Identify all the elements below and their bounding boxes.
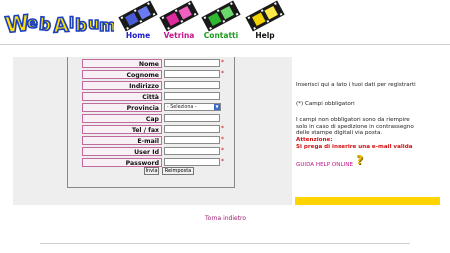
registration-form: Nome * Cognome * Indirizzo Città Provinc… <box>67 57 235 188</box>
nav-help-label: Help <box>255 31 275 40</box>
intro-text: Inserisci qui a lato i tuoi dati per reg… <box>296 82 416 88</box>
nav-home-label: Home <box>125 31 151 40</box>
back-link[interactable]: Torna indietro <box>205 215 246 222</box>
form-row-user-id: User Id * <box>68 146 234 157</box>
nav-contatti-label: Contatti <box>203 31 239 40</box>
provincia-selected-value: - Seleziona - <box>167 105 197 110</box>
chevron-down-icon[interactable]: ▼ <box>214 104 220 110</box>
reset-button[interactable]: Reimposta <box>162 167 194 175</box>
decorative-yellow-bar <box>295 197 440 205</box>
nav-home[interactable]: Home <box>118 0 158 42</box>
form-row-cognome: Cognome * <box>68 69 234 80</box>
header-divider <box>0 44 450 45</box>
field-label: Cognome <box>82 70 162 79</box>
svg-text:l: l <box>69 14 74 32</box>
film-strip-icon <box>118 0 158 32</box>
svg-text:e: e <box>27 13 38 32</box>
field-label: Città <box>82 92 162 101</box>
nav-help[interactable]: Help <box>244 0 286 42</box>
required-marker: * <box>221 147 224 154</box>
cap-input[interactable] <box>164 114 220 122</box>
film-strip-icon <box>159 0 199 32</box>
indirizzo-input[interactable] <box>164 81 220 89</box>
registration-panel: Nome * Cognome * Indirizzo Città Provinc… <box>13 57 292 205</box>
form-row-citta: Città <box>68 91 234 102</box>
help-online-label: GUIDA HELP ONLINE <box>296 162 353 169</box>
field-label: Cap <box>82 114 162 123</box>
nav-contatti[interactable]: Contatti <box>200 0 242 42</box>
email-input[interactable] <box>164 136 220 144</box>
provincia-select[interactable]: - Seleziona - ▼ <box>164 103 221 111</box>
header: W e b A l b u m Home Vetrina Contatti He… <box>0 0 450 44</box>
form-row-nome: Nome * <box>68 58 234 69</box>
tel-fax-input[interactable] <box>164 125 220 133</box>
nav-vetrina-label: Vetrina <box>163 31 195 40</box>
field-label: Provincia <box>82 103 162 112</box>
warning-text: Si prega di inserire una e-mail valida <box>296 143 413 150</box>
webalbum-logo[interactable]: W e b A l b u m <box>3 4 114 40</box>
password-input[interactable] <box>164 158 220 166</box>
required-marker: * <box>221 125 224 132</box>
field-label: Tel / fax <box>82 125 162 134</box>
required-marker: * <box>221 59 224 66</box>
form-row-indirizzo: Indirizzo <box>68 80 234 91</box>
svg-text:m: m <box>99 16 114 35</box>
optional-fields-note: I campi non obbligatori sono da riempire… <box>296 117 414 137</box>
form-row-provincia: Provincia - Seleziona - ▼ <box>68 102 234 113</box>
required-marker: * <box>221 70 224 77</box>
question-mark-icon[interactable]: ? <box>356 155 363 166</box>
svg-text:A: A <box>52 12 70 37</box>
footer-divider <box>40 243 410 244</box>
required-marker: * <box>221 136 224 143</box>
field-label: E-mail <box>82 136 162 145</box>
citta-input[interactable] <box>164 92 220 100</box>
user-id-input[interactable] <box>164 147 220 155</box>
form-row-tel-fax: Tel / fax * <box>68 124 234 135</box>
field-label: User Id <box>82 147 162 156</box>
film-strip-icon <box>245 0 285 32</box>
nome-input[interactable] <box>164 59 220 67</box>
field-label: Password <box>82 158 162 167</box>
svg-text:b: b <box>38 15 52 36</box>
svg-text:b: b <box>75 16 87 36</box>
required-marker: * <box>221 158 224 165</box>
warning-title: Attenzione: <box>296 136 333 143</box>
form-row-cap: Cap <box>68 113 234 124</box>
field-label: Nome <box>82 59 162 68</box>
cognome-input[interactable] <box>164 70 220 78</box>
form-row-email: E-mail * <box>68 135 234 146</box>
required-fields-note: (*) Campi obbligatori <box>296 100 355 107</box>
nav-vetrina[interactable]: Vetrina <box>158 0 200 42</box>
field-label: Indirizzo <box>82 81 162 90</box>
film-strip-icon <box>201 0 241 32</box>
info-panel: Inserisci qui a lato i tuoi dati per reg… <box>296 82 446 169</box>
submit-button[interactable]: Invia <box>144 167 159 175</box>
svg-text:u: u <box>88 14 99 33</box>
help-online-link[interactable]: GUIDA HELP ONLINE ? <box>296 155 446 169</box>
